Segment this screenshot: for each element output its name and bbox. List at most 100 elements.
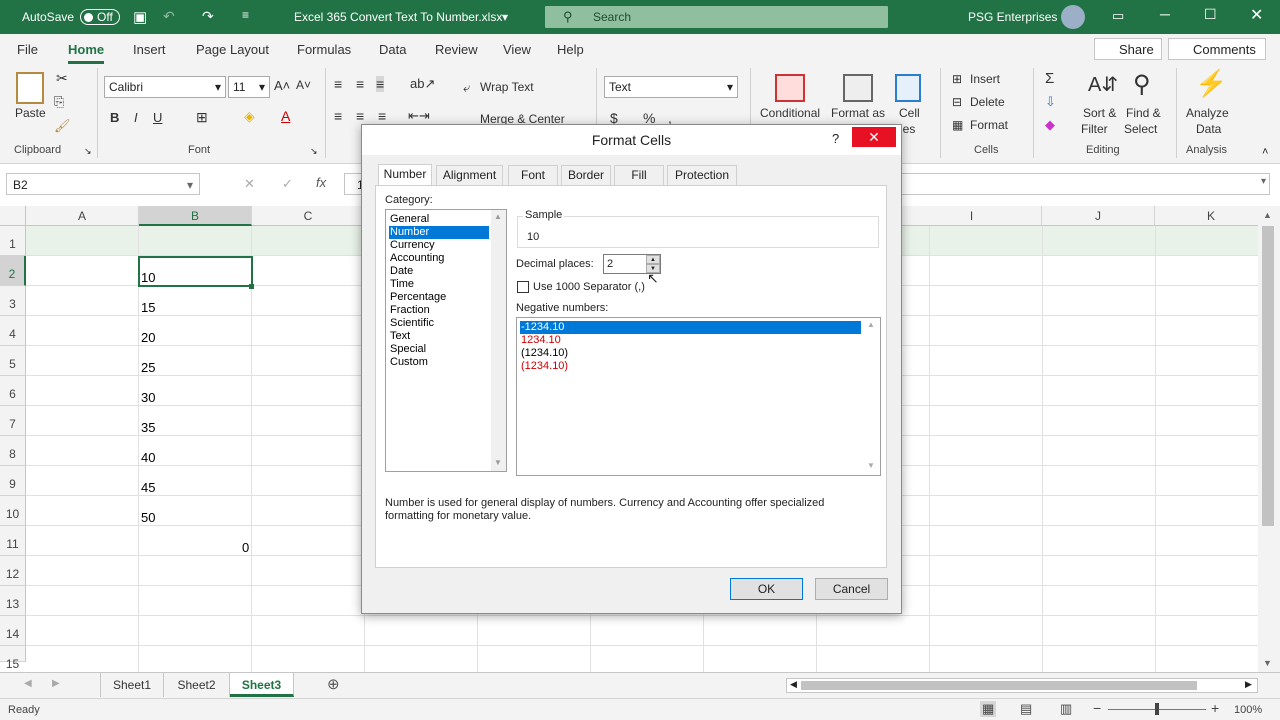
avatar[interactable]: [1061, 5, 1085, 29]
align-bottom-icon[interactable]: ≡: [376, 76, 385, 92]
row-header-8[interactable]: 8: [0, 436, 26, 466]
row-header-7[interactable]: 7: [0, 406, 26, 436]
category-item-fraction[interactable]: Fraction: [389, 304, 489, 317]
align-right-icon[interactable]: ≡: [378, 108, 386, 124]
negative-number-option[interactable]: -1234.10: [520, 321, 861, 334]
zoom-out-icon[interactable]: −: [1093, 700, 1101, 716]
cell-b5[interactable]: 25: [141, 360, 155, 375]
tab-page-layout[interactable]: Page Layout: [196, 42, 269, 57]
category-item-time[interactable]: Time: [389, 278, 489, 291]
tab-formulas[interactable]: Formulas: [297, 42, 351, 57]
category-item-general[interactable]: General: [389, 213, 489, 226]
category-item-percentage[interactable]: Percentage: [389, 291, 489, 304]
indent-icon[interactable]: ⇤⇥: [408, 108, 430, 124]
cell-styles-icon[interactable]: [895, 74, 921, 102]
fill-color-icon[interactable]: ◈: [244, 108, 255, 125]
comments-button[interactable]: Comments: [1168, 38, 1266, 60]
autosum-icon[interactable]: Σ: [1045, 70, 1054, 87]
align-middle-icon[interactable]: ≡: [356, 76, 364, 92]
undo-icon[interactable]: ↶: [163, 8, 175, 25]
italic-button[interactable]: I: [134, 110, 138, 125]
row-header-9[interactable]: 9: [0, 466, 26, 496]
category-item-text[interactable]: Text: [389, 330, 489, 343]
column-header-i[interactable]: I: [902, 206, 1042, 226]
negative-number-option[interactable]: (1234.10): [520, 360, 861, 373]
insert-cells-icon[interactable]: ⊞: [952, 72, 962, 86]
orientation-icon[interactable]: ab↗: [410, 76, 435, 92]
copy-icon[interactable]: ⎘: [54, 94, 64, 110]
clear-icon[interactable]: ◆: [1045, 117, 1055, 133]
format-as-table-button[interactable]: Format as: [831, 106, 885, 120]
bold-button[interactable]: B: [110, 110, 119, 125]
insert-cells-button[interactable]: Insert: [970, 72, 1000, 86]
row-header-15[interactable]: 15: [0, 646, 26, 671]
paste-icon[interactable]: [16, 72, 44, 104]
normal-view-icon[interactable]: ▦: [980, 701, 997, 717]
category-item-accounting[interactable]: Accounting: [389, 252, 489, 265]
enter-icon[interactable]: ✓: [282, 176, 293, 192]
row-header-10[interactable]: 10: [0, 496, 26, 526]
row-header-4[interactable]: 4: [0, 316, 26, 346]
help-button[interactable]: ?: [832, 131, 839, 146]
minimize-icon[interactable]: ─: [1160, 6, 1170, 22]
row-header-2[interactable]: 2: [0, 256, 26, 286]
format-as-table-icon[interactable]: [843, 74, 873, 102]
tab-border[interactable]: Border: [561, 165, 611, 185]
zoom-slider-thumb[interactable]: [1155, 703, 1159, 715]
column-header-j[interactable]: J: [1042, 206, 1155, 226]
category-item-custom[interactable]: Custom: [389, 356, 489, 369]
tab-insert[interactable]: Insert: [133, 42, 166, 57]
vertical-scrollbar[interactable]: ▲ ▼: [1258, 206, 1280, 672]
tab-review[interactable]: Review: [435, 42, 478, 57]
customize-qat-icon[interactable]: ≡: [242, 8, 249, 22]
tab-view[interactable]: View: [503, 42, 531, 57]
row-header-11[interactable]: 11: [0, 526, 26, 556]
cell-b10[interactable]: 50: [141, 510, 155, 525]
use-1000-separator-checkbox[interactable]: [517, 281, 529, 293]
conditional-formatting-button[interactable]: Conditional: [760, 106, 820, 120]
cell-styles-button[interactable]: Cell: [899, 106, 920, 120]
tab-fill[interactable]: Fill: [614, 165, 664, 185]
find-select-button[interactable]: Find &: [1126, 106, 1161, 120]
file-name[interactable]: Excel 365 Convert Text To Number.xlsx: [294, 10, 502, 24]
cell-b4[interactable]: 20: [141, 330, 155, 345]
wrap-text-button[interactable]: Wrap Text: [480, 80, 534, 94]
category-list[interactable]: General Number Currency Accounting Date Time P…: [385, 209, 507, 472]
page-layout-view-icon[interactable]: ▤: [1020, 701, 1032, 717]
scroll-down-icon[interactable]: ▼: [494, 458, 502, 467]
row-header-6[interactable]: 6: [0, 376, 26, 406]
cell-b8[interactable]: 40: [141, 450, 155, 465]
font-dialog-launcher-icon[interactable]: ↘: [310, 146, 318, 157]
dialog-close-button[interactable]: ✕: [852, 127, 896, 147]
negative-number-option[interactable]: 1234.10: [520, 334, 861, 347]
category-item-date[interactable]: Date: [389, 265, 489, 278]
align-top-icon[interactable]: ≡: [334, 76, 342, 92]
delete-cells-icon[interactable]: ⊟: [952, 95, 962, 109]
redo-icon[interactable]: ↷: [202, 8, 214, 25]
row-header-12[interactable]: 12: [0, 556, 26, 586]
format-cells-icon[interactable]: ▦: [952, 118, 963, 132]
tab-font[interactable]: Font: [508, 165, 558, 185]
tab-home[interactable]: Home: [68, 42, 105, 64]
row-header-5[interactable]: 5: [0, 346, 26, 376]
scroll-up-icon[interactable]: ▲: [494, 212, 502, 221]
page-break-view-icon[interactable]: ▥: [1060, 701, 1072, 717]
next-sheet-icon[interactable]: ▶: [52, 678, 60, 689]
font-color-icon[interactable]: A: [281, 108, 290, 124]
wrap-text-icon[interactable]: ⤶: [463, 80, 470, 96]
align-left-icon[interactable]: ≡: [334, 108, 342, 124]
ribbon-display-icon[interactable]: ▭: [1112, 8, 1124, 24]
scroll-up-icon[interactable]: ▲: [1263, 210, 1272, 220]
vertical-scroll-thumb[interactable]: [1262, 226, 1274, 526]
font-name-combo[interactable]: Calibri ▾: [104, 76, 226, 98]
row-header-3[interactable]: 3: [0, 286, 26, 316]
row-header-1[interactable]: 1: [0, 226, 26, 256]
sheet-tab-sheet3[interactable]: Sheet3: [230, 673, 294, 697]
paste-button[interactable]: Paste: [15, 106, 46, 120]
format-cells-button[interactable]: Format: [970, 118, 1008, 132]
horizontal-scrollbar[interactable]: ◀ ▶: [786, 678, 1258, 693]
autosave-toggle[interactable]: Off: [80, 9, 120, 25]
cancel-button[interactable]: Cancel: [815, 578, 888, 600]
save-icon[interactable]: ▣: [133, 8, 147, 26]
row-header-13[interactable]: 13: [0, 586, 26, 616]
